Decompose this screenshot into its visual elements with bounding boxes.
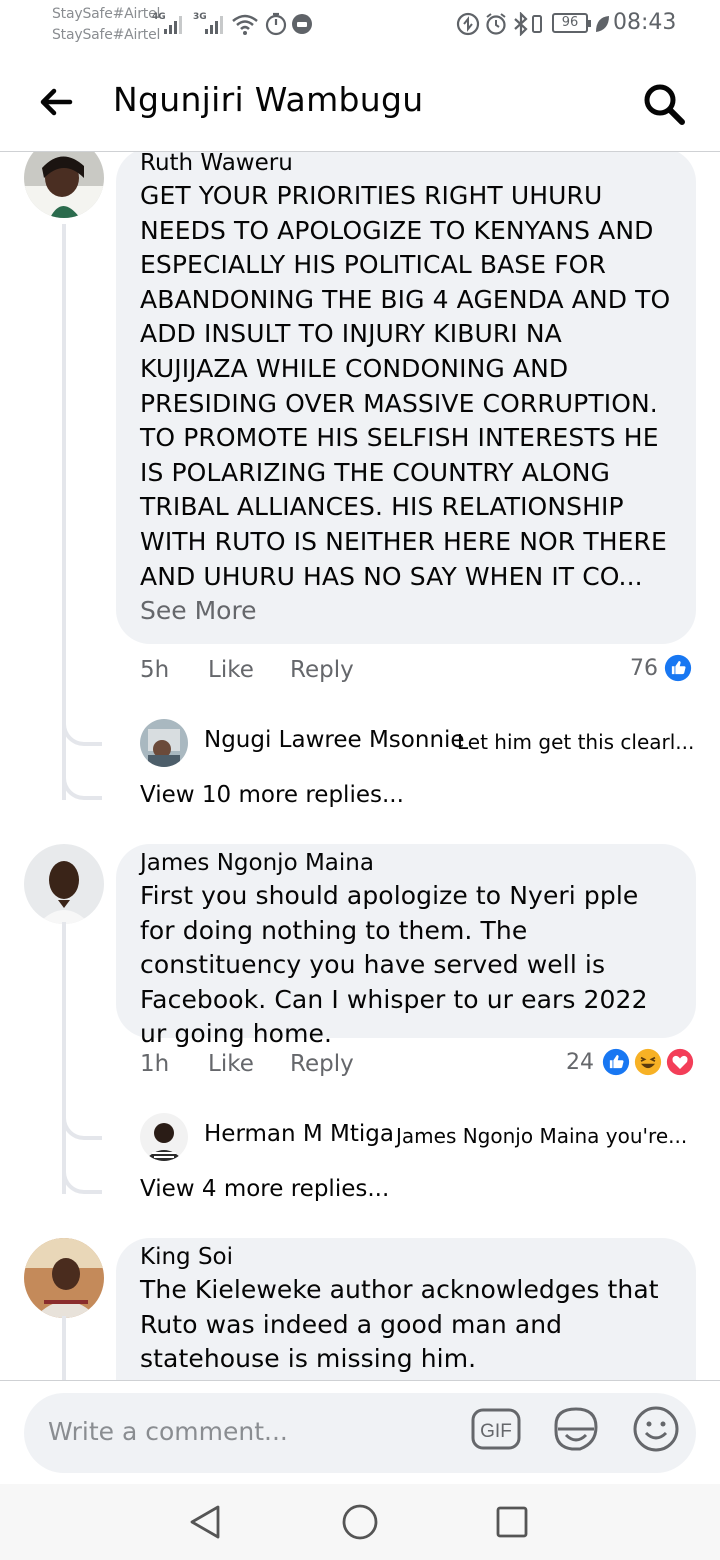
sticker-icon[interactable] (550, 1403, 602, 1455)
carrier-label-1: StaySafe#Airtel (52, 6, 161, 22)
view-more-replies[interactable]: View 10 more replies... (140, 782, 404, 808)
love-reaction-icon (664, 1046, 696, 1078)
data-saver-icon (456, 12, 480, 36)
comment-bubble[interactable]: Ruth Waweru GET YOUR PRIORITIES RIGHT UH… (116, 152, 696, 644)
carrier-label-2: StaySafe#Airtel (52, 27, 161, 43)
comments-feed[interactable]: Ruth Waweru GET YOUR PRIORITIES RIGHT UH… (0, 152, 720, 1380)
reply-text: Let him get this clearl... (457, 730, 695, 754)
back-arrow-icon[interactable] (36, 82, 76, 122)
avatar[interactable] (24, 152, 104, 218)
avatar[interactable] (140, 1113, 188, 1161)
reaction-count[interactable]: 24 (566, 1050, 594, 1075)
comment-author[interactable]: James Ngonjo Maina (140, 848, 672, 878)
view-more-replies[interactable]: View 4 more replies... (140, 1176, 389, 1202)
reply-button[interactable]: Reply (290, 1051, 354, 1077)
reply-text: James Ngonjo Maina you're... (396, 1124, 688, 1148)
comment-text: The Kieleweke author acknowledges that R… (140, 1275, 659, 1374)
like-reaction-icon (662, 652, 694, 684)
like-button[interactable]: Like (208, 1051, 254, 1077)
avatar[interactable] (24, 844, 104, 924)
reply-author[interactable]: Herman M Mtiga (204, 1121, 394, 1147)
avatar[interactable] (24, 1238, 104, 1318)
comment-input-placeholder: Write a comment... (48, 1417, 288, 1446)
leaf-icon (596, 16, 609, 32)
nav-home-icon[interactable] (340, 1502, 380, 1542)
comment-text: GET YOUR PRIORITIES RIGHT UHURU NEEDS TO… (140, 181, 671, 591)
system-nav-bar (0, 1484, 720, 1560)
reply-button[interactable]: Reply (290, 657, 354, 683)
reply-preview[interactable]: Ngugi Lawree Msonnie Let him get this cl… (140, 719, 700, 767)
search-icon[interactable] (640, 80, 688, 128)
comment-bubble[interactable]: King Soi The Kieleweke author acknowledg… (116, 1238, 696, 1380)
alarm-icon (486, 13, 506, 35)
bluetooth-icon (514, 12, 528, 36)
timer-icon (265, 12, 287, 36)
comment-bubble[interactable]: James Ngonjo Maina First you should apol… (116, 844, 696, 1048)
comment-composer: Write a comment... GIF (0, 1380, 720, 1484)
avatar[interactable] (140, 719, 188, 767)
reaction-count[interactable]: 76 (630, 656, 658, 681)
like-button[interactable]: Like (208, 657, 254, 683)
status-bar: StaySafe#Airtel StaySafe#Airtel 4G 3G 96 (52, 6, 677, 43)
nav-back-icon[interactable] (186, 1502, 226, 1542)
comment-author[interactable]: Ruth Waweru (140, 152, 672, 178)
thread-connector (62, 718, 102, 746)
thread-line (62, 224, 66, 800)
thread-line (62, 1316, 66, 1380)
battery-icon: 96 (552, 13, 591, 33)
comment-time: 5h (140, 657, 170, 683)
emoji-icon[interactable] (630, 1403, 682, 1455)
nav-recents-icon[interactable] (492, 1502, 532, 1542)
reply-preview[interactable]: Herman M Mtiga James Ngonjo Maina you're… (140, 1113, 700, 1161)
notification-icon (292, 14, 312, 34)
haha-reaction-icon (632, 1046, 664, 1078)
thread-line (62, 922, 66, 1194)
thread-connector (62, 1112, 102, 1140)
comment-text: First you should apologize to Nyeri pple… (140, 881, 648, 1049)
svg-text:GIF: GIF (480, 1421, 512, 1442)
reply-author[interactable]: Ngugi Lawree Msonnie (204, 727, 465, 753)
thread-connector (62, 1166, 102, 1194)
see-more-link[interactable]: See More (140, 594, 672, 628)
page-title: Ngunjiri Wambugu (113, 80, 424, 119)
clock: 08:43 (613, 10, 677, 35)
wifi-icon (232, 14, 258, 35)
top-app-bar: Ngunjiri Wambugu (0, 56, 720, 152)
like-reaction-icon (600, 1046, 632, 1078)
vibrate-icon (532, 15, 542, 33)
comment-time: 1h (140, 1051, 170, 1077)
comment-author[interactable]: King Soi (140, 1242, 672, 1272)
gif-icon[interactable]: GIF (470, 1403, 522, 1455)
thread-connector (62, 772, 102, 800)
